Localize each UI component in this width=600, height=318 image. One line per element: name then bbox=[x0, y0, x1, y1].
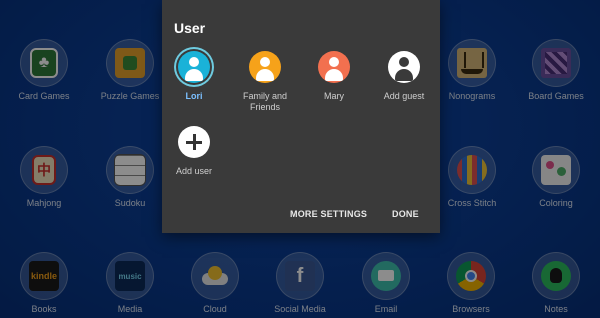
user-add-guest[interactable]: Add guest bbox=[369, 51, 439, 102]
add-user-label: Add user bbox=[175, 166, 213, 176]
user-name: Family and Friends bbox=[242, 91, 287, 112]
user-mary[interactable]: Mary bbox=[299, 51, 369, 102]
guest-person-icon bbox=[388, 51, 420, 83]
add-user-button[interactable]: Add user bbox=[159, 126, 229, 177]
user-name: Lori bbox=[185, 91, 203, 101]
user-lori[interactable]: Lori bbox=[159, 51, 229, 102]
person-icon bbox=[249, 51, 281, 83]
more-settings-button[interactable]: MORE SETTINGS bbox=[290, 209, 367, 219]
person-icon bbox=[318, 51, 350, 83]
user-dialog: User Lori Family and Friends Mary Add gu… bbox=[162, 0, 440, 233]
user-name: Mary bbox=[324, 91, 344, 101]
plus-icon bbox=[178, 126, 210, 158]
done-button[interactable]: DONE bbox=[392, 209, 419, 219]
user-family-and-friends[interactable]: Family and Friends bbox=[230, 51, 300, 113]
user-name: Add guest bbox=[383, 91, 425, 101]
dialog-title: User bbox=[174, 20, 206, 36]
person-icon bbox=[178, 51, 210, 83]
